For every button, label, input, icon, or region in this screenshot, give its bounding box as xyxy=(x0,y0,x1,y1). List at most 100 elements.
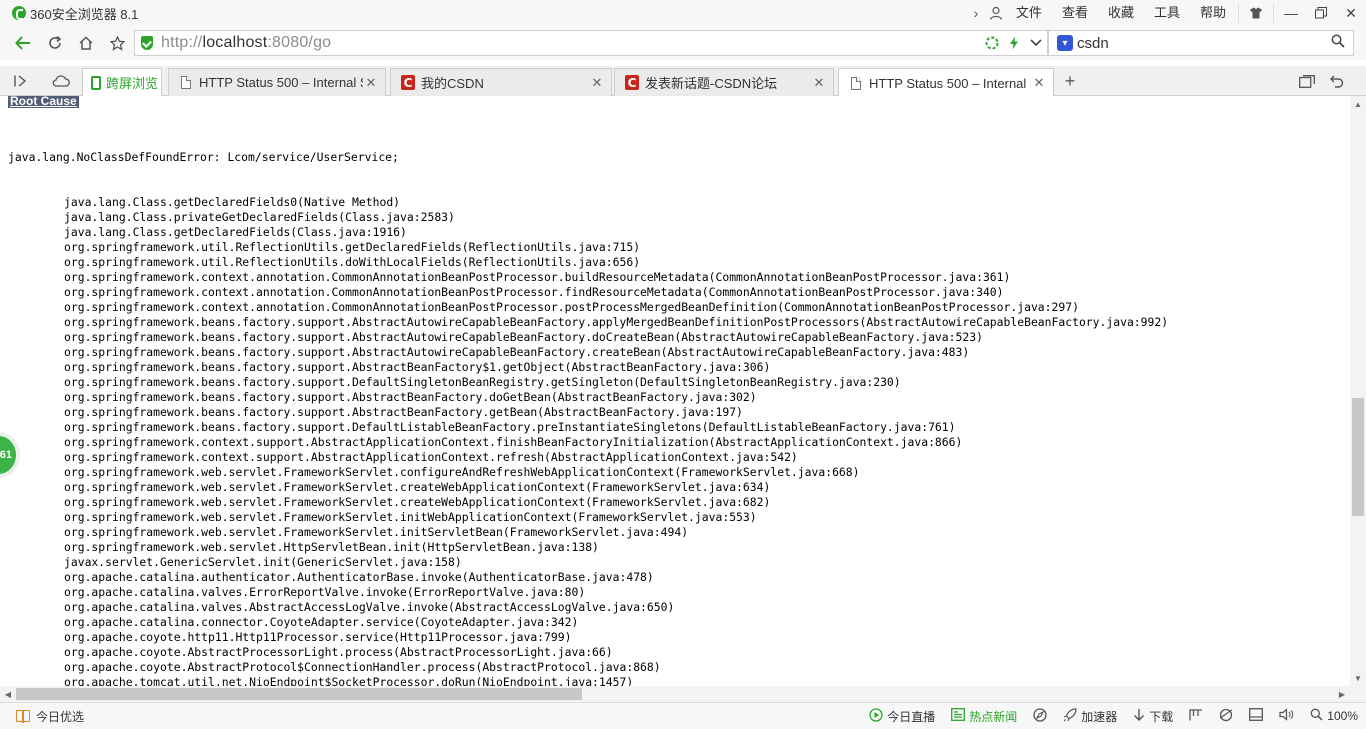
tab-bar: 跨屏浏览 HTTP Status 500 – Internal Server E… xyxy=(0,66,1366,97)
search-icon[interactable] xyxy=(1331,34,1345,51)
search-value[interactable]: csdn xyxy=(1077,35,1109,52)
bookmark-flag-icon[interactable] xyxy=(1181,708,1211,724)
stack-frame-line: org.apache.catalina.connector.CoyoteAdap… xyxy=(64,615,579,629)
menu-view[interactable]: 查看 xyxy=(1052,0,1098,26)
stack-frame-line: org.springframework.web.servlet.Framewor… xyxy=(64,510,757,524)
baidu-paw-icon[interactable]: ▾ xyxy=(1057,35,1073,51)
star-icon[interactable] xyxy=(104,31,130,55)
tab-csdn-forum[interactable]: C 发表新话题-CSDN论坛 ✕ xyxy=(614,68,834,96)
play-icon xyxy=(869,707,883,725)
zoom-level: 100% xyxy=(1327,709,1358,723)
stack-frame-line: org.springframework.beans.factory.suppor… xyxy=(64,330,983,344)
scroll-up-arrow-icon[interactable]: ▲ xyxy=(1350,96,1366,112)
stack-frame-line: java.lang.Class.privateGetDeclaredFields… xyxy=(64,210,455,224)
volume-icon[interactable] xyxy=(1271,708,1302,724)
zoom-control[interactable]: 100% xyxy=(1302,708,1366,724)
stack-frame-line: org.apache.catalina.authenticator.Authen… xyxy=(64,570,654,584)
tab-http-status-1[interactable]: HTTP Status 500 – Internal Server Error … xyxy=(168,68,386,96)
cross-screen-button[interactable]: 跨屏浏览 xyxy=(82,68,162,96)
horizontal-scroll-thumb[interactable] xyxy=(16,688,582,700)
download-label: 下载 xyxy=(1149,709,1174,724)
stack-frame-line: org.springframework.beans.factory.suppor… xyxy=(64,315,1169,329)
stack-frame-line: org.springframework.beans.factory.suppor… xyxy=(64,420,956,434)
root-cause-heading: Root Cause xyxy=(8,96,79,108)
download-button[interactable]: 下载 xyxy=(1125,708,1181,725)
tab-label: 我的CSDN xyxy=(421,76,484,91)
lightning-icon[interactable] xyxy=(1003,31,1025,55)
stack-frame-line: org.springframework.beans.factory.suppor… xyxy=(64,375,901,389)
live-stream-label: 今日直播 xyxy=(887,709,936,724)
chevron-down-icon[interactable] xyxy=(1025,31,1047,55)
compat-mode-icon[interactable] xyxy=(981,31,1003,55)
title-bar-controls: › 文件 查看 收藏 工具 帮助 — ✕ xyxy=(966,0,1366,26)
vertical-scrollbar[interactable]: ▲ ▼ xyxy=(1350,96,1366,686)
search-input[interactable]: ▾ csdn xyxy=(1048,30,1354,56)
browser-window: 360安全浏览器 8.1 › 文件 查看 收藏 工具 帮助 — ✕ http:/… xyxy=(0,0,1366,729)
news-icon xyxy=(951,708,966,724)
chevron-right-icon[interactable]: › xyxy=(966,0,986,26)
minimize-button[interactable]: — xyxy=(1276,0,1306,26)
live-stream-button[interactable]: 今日直播 xyxy=(861,707,943,725)
cloud-icon[interactable] xyxy=(48,70,74,92)
back-arrow-icon[interactable] xyxy=(10,31,36,55)
stack-frame-line: org.apache.catalina.valves.AbstractAcces… xyxy=(64,600,675,614)
daily-picks-link[interactable]: 今日优选 xyxy=(36,708,84,725)
status-bar: 今日优选 今日直播 热点新闻 加速器 下载 100% xyxy=(0,702,1366,729)
stack-trace: java.lang.NoClassDefFoundError: Lcom/ser… xyxy=(8,120,1168,686)
gift-icon[interactable] xyxy=(16,710,30,723)
tab-close-icon[interactable]: ✕ xyxy=(363,75,379,91)
cross-screen-label: 跨屏浏览 xyxy=(106,76,159,91)
rocket-icon xyxy=(1063,707,1077,725)
stack-frame-line: org.springframework.web.servlet.HttpServ… xyxy=(64,540,599,554)
ie-mode-icon[interactable] xyxy=(1211,708,1241,725)
tab-http-status-active[interactable]: HTTP Status 500 – Internal Server Error … xyxy=(838,68,1054,97)
tab-close-icon[interactable]: ✕ xyxy=(811,75,827,91)
scroll-down-arrow-icon[interactable]: ▼ xyxy=(1350,670,1366,686)
menu-favorites[interactable]: 收藏 xyxy=(1098,0,1144,26)
stack-frame-line: org.springframework.web.servlet.Framewor… xyxy=(64,495,771,509)
tab-list-icon[interactable] xyxy=(1294,70,1320,92)
window-title: 360安全浏览器 8.1 xyxy=(30,6,139,22)
tab-close-icon[interactable]: ✕ xyxy=(1031,75,1047,91)
sidebar-toggle-icon[interactable] xyxy=(8,70,34,92)
accelerator-button[interactable]: 加速器 xyxy=(1055,707,1125,725)
url-text[interactable]: http://localhost:8080/go xyxy=(161,34,331,52)
undo-close-tab-icon[interactable] xyxy=(1324,70,1350,92)
menu-file[interactable]: 文件 xyxy=(1006,0,1052,26)
home-icon[interactable] xyxy=(73,31,99,55)
skin-shirt-icon[interactable] xyxy=(1241,0,1271,26)
horizontal-scrollbar[interactable]: ◀ ▶ xyxy=(0,686,1350,702)
tab-close-icon[interactable]: ✕ xyxy=(589,75,605,91)
refresh-icon[interactable] xyxy=(42,31,68,55)
hot-news-label: 热点新闻 xyxy=(969,709,1018,724)
hot-news-button[interactable]: 热点新闻 xyxy=(943,708,1025,725)
title-bar: 360安全浏览器 8.1 › 文件 查看 收藏 工具 帮助 — ✕ xyxy=(0,0,1366,26)
stack-frame-line: java.lang.Class.getDeclaredFields0(Nativ… xyxy=(64,195,401,209)
vertical-scroll-thumb[interactable] xyxy=(1352,398,1364,516)
window-layout-icon[interactable] xyxy=(1241,708,1271,724)
close-button[interactable]: ✕ xyxy=(1336,0,1366,26)
restore-button[interactable] xyxy=(1306,0,1336,26)
stack-frame-line: org.springframework.context.support.Abst… xyxy=(64,435,963,449)
stack-frame-line: org.apache.tomcat.util.net.NioEndpoint$S… xyxy=(64,675,634,686)
url-actions xyxy=(981,31,1047,55)
stack-frame-line: org.springframework.context.annotation.C… xyxy=(64,270,1011,284)
compass-icon[interactable] xyxy=(1025,707,1055,725)
scroll-left-arrow-icon[interactable]: ◀ xyxy=(0,686,16,702)
page-content: Root Cause java.lang.NoClassDefFoundErro… xyxy=(0,96,1350,686)
tab-my-csdn[interactable]: C 我的CSDN ✕ xyxy=(390,68,612,96)
document-icon xyxy=(179,76,193,90)
stack-frame-line: org.springframework.util.ReflectionUtils… xyxy=(64,240,641,254)
scroll-right-arrow-icon[interactable]: ▶ xyxy=(1334,686,1350,702)
user-icon[interactable] xyxy=(986,0,1006,26)
csdn-icon: C xyxy=(625,75,639,90)
tab-label: HTTP Status 500 – Internal Server Error xyxy=(199,75,363,90)
stack-frame-line: org.springframework.web.servlet.Framewor… xyxy=(64,465,860,479)
address-bar: http://localhost:8080/go ▾ csdn xyxy=(0,26,1366,60)
divider xyxy=(1273,3,1274,23)
url-field[interactable]: http://localhost:8080/go xyxy=(134,30,1048,56)
new-tab-button[interactable]: + xyxy=(1058,70,1082,92)
document-icon xyxy=(849,76,863,90)
menu-tools[interactable]: 工具 xyxy=(1144,0,1190,26)
menu-help[interactable]: 帮助 xyxy=(1190,0,1236,26)
